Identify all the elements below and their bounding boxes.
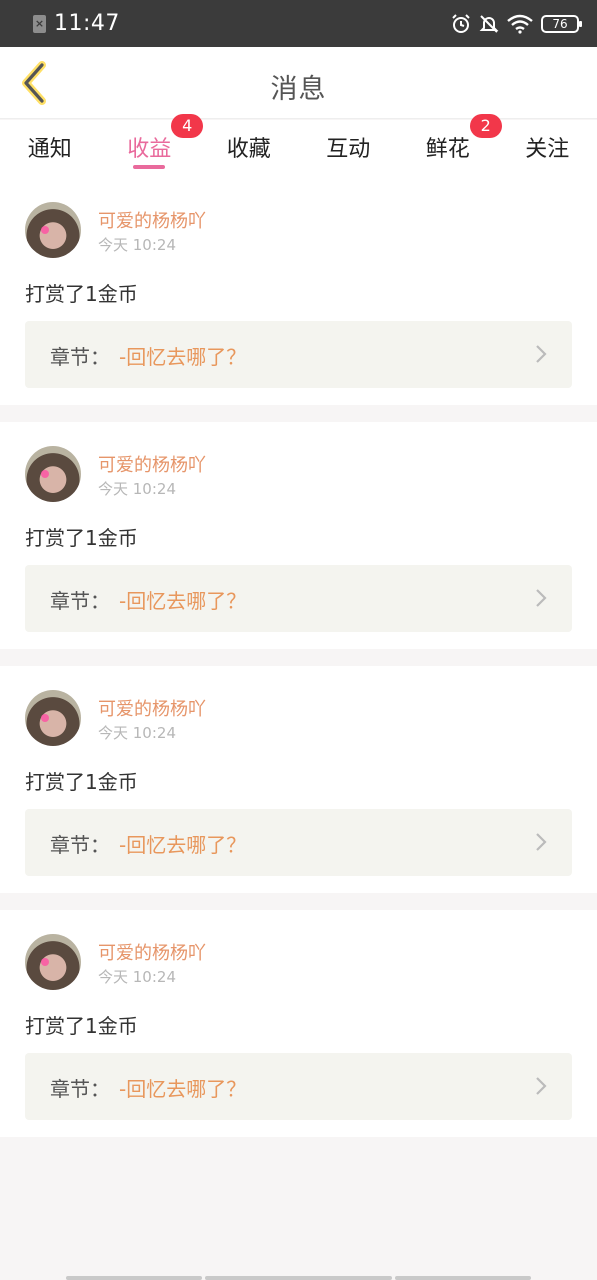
status-bar: × 11:47 76: [0, 0, 597, 47]
tab-bar: 通知 收益 4 收藏 互动 鲜花 2 关注: [0, 114, 597, 178]
battery-level: 76: [552, 16, 568, 31]
avatar[interactable]: [25, 690, 81, 746]
message-card: 可爱的杨杨吖 今天 10:24 打赏了1金币 章节： -回忆去哪了？: [0, 666, 597, 893]
chevron-right-icon: [536, 589, 547, 607]
chapter-title: -回忆去哪了？: [119, 589, 247, 613]
username-link[interactable]: 可爱的杨杨吖: [98, 939, 206, 965]
message-list: 可爱的杨杨吖 今天 10:24 打赏了1金币 章节： -回忆去哪了？ 可爱的杨杨…: [0, 178, 597, 1154]
chapter-label: 章节：: [50, 345, 110, 369]
message-action: 打赏了1金币: [25, 770, 138, 794]
chapter-label: 章节：: [50, 1077, 110, 1101]
username-link[interactable]: 可爱的杨杨吖: [98, 451, 206, 477]
gesture-indicator: [395, 1276, 531, 1280]
chevron-right-icon: [536, 833, 547, 851]
tab-favorites[interactable]: 收藏: [199, 120, 299, 178]
tab-earnings[interactable]: 收益 4: [100, 114, 204, 178]
username-link[interactable]: 可爱的杨杨吖: [98, 695, 206, 721]
tab-label: 收益: [127, 137, 172, 162]
chapter-link[interactable]: 章节： -回忆去哪了？: [25, 565, 572, 632]
wifi-icon: [507, 14, 533, 34]
message-time: 今天 10:24: [98, 968, 176, 986]
gesture-bar: [0, 1276, 597, 1280]
mute-bell-icon: [479, 14, 499, 33]
tab-label: 互动: [326, 137, 371, 162]
tab-notifications[interactable]: 通知: [0, 120, 100, 178]
message-time: 今天 10:24: [98, 724, 176, 742]
alarm-icon: [452, 13, 470, 33]
chapter-label: 章节：: [50, 833, 110, 857]
page-title: 消息: [270, 74, 327, 105]
gesture-indicator: [66, 1276, 202, 1280]
message-card: 可爱的杨杨吖 今天 10:24 打赏了1金币 章节： -回忆去哪了？: [0, 178, 597, 405]
message-action: 打赏了1金币: [25, 1014, 138, 1038]
avatar[interactable]: [25, 934, 81, 990]
chapter-title: -回忆去哪了？: [119, 1077, 247, 1101]
battery-icon: 76: [541, 14, 582, 33]
message-action: 打赏了1金币: [25, 526, 138, 550]
status-time: 11:47: [54, 11, 120, 36]
message-card: 可爱的杨杨吖 今天 10:24 打赏了1金币 章节： -回忆去哪了？: [0, 422, 597, 649]
active-tab-indicator: [133, 165, 166, 169]
chapter-label: 章节：: [50, 589, 110, 613]
chapter-link[interactable]: 章节： -回忆去哪了？: [25, 809, 572, 876]
gesture-indicator: [205, 1276, 392, 1280]
tab-label: 关注: [525, 137, 570, 162]
tab-label: 收藏: [226, 137, 271, 162]
tab-flowers[interactable]: 鲜花 2: [398, 114, 502, 178]
avatar[interactable]: [25, 446, 81, 502]
sim-card-icon: ×: [33, 14, 46, 33]
header: 消息: [0, 47, 597, 119]
tab-label: 鲜花: [425, 137, 470, 162]
tab-following[interactable]: 关注: [498, 120, 597, 178]
avatar[interactable]: [25, 202, 81, 258]
chapter-link[interactable]: 章节： -回忆去哪了？: [25, 321, 572, 388]
message-time: 今天 10:24: [98, 480, 176, 498]
message-card: 可爱的杨杨吖 今天 10:24 打赏了1金币 章节： -回忆去哪了？: [0, 910, 597, 1137]
chevron-right-icon: [536, 1077, 547, 1095]
chevron-right-icon: [536, 345, 547, 363]
username-link[interactable]: 可爱的杨杨吖: [98, 207, 206, 233]
tab-interactions[interactable]: 互动: [299, 120, 399, 178]
message-time: 今天 10:24: [98, 236, 176, 254]
chapter-title: -回忆去哪了？: [119, 345, 247, 369]
chapter-link[interactable]: 章节： -回忆去哪了？: [25, 1053, 572, 1120]
message-action: 打赏了1金币: [25, 282, 138, 306]
chapter-title: -回忆去哪了？: [119, 833, 247, 857]
tab-label: 通知: [27, 137, 72, 162]
